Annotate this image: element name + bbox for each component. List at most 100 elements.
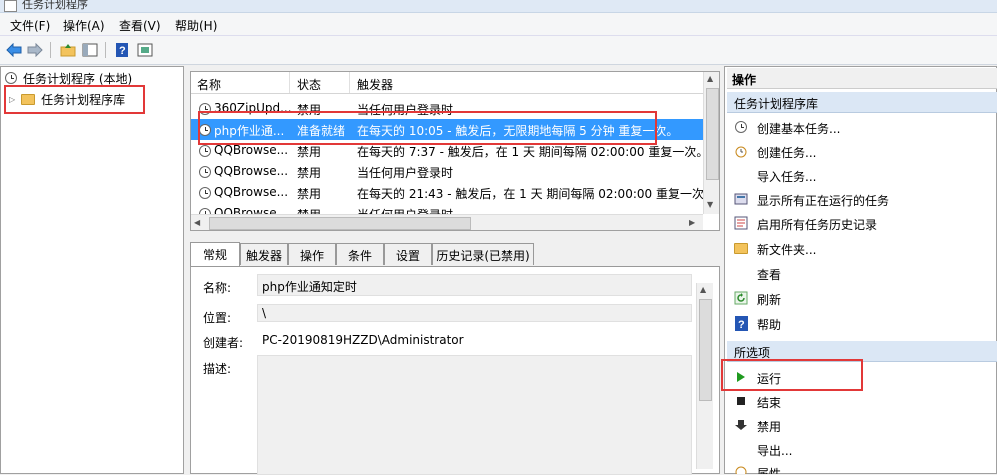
task-clock-icon bbox=[199, 166, 211, 178]
task-status: 禁用 bbox=[297, 166, 322, 180]
scroll-right-icon[interactable]: ▶ bbox=[689, 218, 695, 227]
action-show-running[interactable]: 显示所有正在运行的任务 bbox=[727, 187, 997, 211]
running-tasks-icon bbox=[734, 192, 748, 206]
hscroll-thumb[interactable] bbox=[209, 217, 471, 230]
actions-title-bar: 操作 bbox=[727, 68, 997, 89]
action-properties[interactable]: 属性 bbox=[727, 460, 997, 474]
task-list-pane: 名称 状态 触发器 360ZipUpd... 禁用 当任何用户登录时 php作业… bbox=[190, 71, 720, 231]
toolbar-separator bbox=[50, 42, 51, 58]
action-end[interactable]: 结束 bbox=[727, 389, 997, 413]
menu-help[interactable]: 帮助(H) bbox=[175, 17, 217, 34]
action-label: 导入任务... bbox=[757, 170, 817, 184]
task-status: 禁用 bbox=[297, 187, 322, 201]
location-field[interactable]: \ bbox=[257, 304, 692, 322]
properties-icon bbox=[734, 465, 748, 474]
action-export[interactable]: 导出... bbox=[727, 437, 997, 461]
author-label: 创建者: bbox=[203, 336, 244, 350]
tab-triggers[interactable]: 触发器 bbox=[240, 243, 288, 265]
action-label: 新文件夹... bbox=[757, 243, 817, 257]
name-label: 名称: bbox=[203, 281, 232, 295]
forward-arrow-icon[interactable] bbox=[25, 40, 45, 60]
table-row[interactable]: QQBrowse... 禁用 当任何用户登录时 bbox=[191, 161, 706, 182]
task-clock-icon bbox=[199, 187, 211, 199]
task-trigger: 当任何用户登录时 bbox=[357, 166, 454, 180]
refresh-icon bbox=[734, 291, 748, 305]
name-field[interactable]: php作业通知定时 bbox=[257, 274, 692, 296]
action-label: 创建任务... bbox=[757, 146, 817, 160]
tree-root-label: 任务计划程序 (本地) bbox=[23, 71, 133, 86]
help-icon[interactable]: ? bbox=[112, 40, 132, 60]
tab-general[interactable]: 常规 bbox=[190, 242, 240, 266]
list-vertical-scrollbar[interactable]: ▲ ▼ bbox=[703, 72, 719, 214]
action-label: 属性 bbox=[757, 467, 782, 474]
toolbar-separator bbox=[105, 42, 106, 58]
menu-view[interactable]: 查看(V) bbox=[119, 17, 161, 34]
action-new-folder[interactable]: 新文件夹... bbox=[727, 236, 997, 260]
action-enable-history[interactable]: 启用所有任务历史记录 bbox=[727, 211, 997, 235]
scroll-down-icon[interactable]: ▼ bbox=[707, 200, 713, 209]
detail-vertical-scrollbar[interactable]: ▲ bbox=[696, 283, 713, 469]
scroll-up-icon[interactable]: ▲ bbox=[707, 74, 713, 83]
create-basic-task-icon bbox=[734, 120, 748, 134]
action-label: 显示所有正在运行的任务 bbox=[757, 194, 890, 208]
stop-icon bbox=[734, 394, 748, 408]
task-name: QQBrowse... bbox=[214, 164, 289, 178]
scroll-thumb[interactable] bbox=[706, 88, 719, 180]
list-header: 名称 状态 触发器 bbox=[191, 72, 706, 94]
tree-pane: 任务计划程序 (本地) ▷ 任务计划程序库 bbox=[0, 66, 184, 474]
list-horizontal-scrollbar[interactable]: ◀ ▶ bbox=[191, 214, 703, 230]
action-label: 启用所有任务历史记录 bbox=[757, 218, 878, 232]
action-import-task[interactable]: 导入任务... bbox=[727, 163, 997, 187]
folder-up-icon[interactable] bbox=[58, 40, 78, 60]
author-field[interactable]: PC-20190819HZZD\Administrator bbox=[257, 329, 692, 351]
scroll-thumb[interactable] bbox=[699, 299, 712, 401]
column-header-name[interactable]: 名称 bbox=[197, 76, 221, 93]
table-row[interactable]: QQBrowse... 禁用 在每天的 21:43 - 触发后，在 1 天 期间… bbox=[191, 182, 716, 203]
task-name: QQBrowse... bbox=[214, 143, 289, 157]
action-create-task[interactable]: 创建任务... bbox=[727, 139, 997, 163]
menu-action[interactable]: 操作(A) bbox=[63, 17, 105, 34]
action-label: 帮助 bbox=[757, 318, 782, 332]
action-disable[interactable]: 禁用 bbox=[727, 413, 997, 437]
highlight-box-run bbox=[721, 359, 863, 391]
tab-conditions[interactable]: 条件 bbox=[336, 243, 384, 265]
detail-pane: 名称: php作业通知定时 位置: \ 创建者: PC-20190819HZZD… bbox=[190, 266, 720, 475]
scroll-up-icon[interactable]: ▲ bbox=[700, 285, 706, 294]
tab-settings[interactable]: 设置 bbox=[384, 243, 432, 265]
action-label: 结束 bbox=[757, 396, 782, 410]
description-field[interactable] bbox=[257, 355, 692, 475]
menu-file[interactable]: 文件(F) bbox=[10, 17, 50, 34]
highlight-box-tree bbox=[4, 85, 145, 114]
task-trigger: 在每天的 21:43 - 触发后，在 1 天 期间每隔 02:00:00 重复一… bbox=[357, 187, 716, 201]
action-label: 禁用 bbox=[757, 420, 782, 434]
action-view[interactable]: 查看 bbox=[727, 261, 997, 285]
help-icon: ? bbox=[734, 315, 748, 331]
location-label: 位置: bbox=[203, 311, 232, 325]
action-create-basic-task[interactable]: 创建基本任务... bbox=[727, 115, 997, 139]
action-help[interactable]: ? 帮助 bbox=[727, 311, 997, 335]
title-bar: 任务计划程序 bbox=[0, 0, 997, 13]
action-refresh[interactable]: 刷新 bbox=[727, 286, 997, 310]
section-header-library[interactable]: 任务计划程序库 bbox=[727, 92, 997, 113]
actions-title: 操作 bbox=[732, 73, 757, 87]
menu-bar: 文件(F) 操作(A) 查看(V) 帮助(H) bbox=[0, 13, 997, 36]
column-header-status[interactable]: 状态 bbox=[297, 76, 321, 93]
column-header-trigger[interactable]: 触发器 bbox=[357, 76, 393, 93]
svg-text:?: ? bbox=[119, 45, 126, 57]
console-icon[interactable] bbox=[135, 40, 155, 60]
svg-text:?: ? bbox=[738, 319, 745, 331]
app-icon bbox=[4, 0, 17, 12]
clock-icon bbox=[5, 72, 17, 84]
task-trigger: 在每天的 7:37 - 触发后，在 1 天 期间每隔 02:00:00 重复一次… bbox=[357, 145, 709, 159]
window-title: 任务计划程序 bbox=[22, 0, 88, 11]
tab-history[interactable]: 历史记录(已禁用) bbox=[432, 243, 534, 265]
description-label: 描述: bbox=[203, 362, 232, 376]
task-clock-icon bbox=[199, 145, 211, 157]
task-status: 禁用 bbox=[297, 145, 322, 159]
highlight-box-task-row bbox=[198, 111, 657, 145]
tab-actions[interactable]: 操作 bbox=[288, 243, 336, 265]
new-folder-icon bbox=[734, 241, 748, 255]
scroll-left-icon[interactable]: ◀ bbox=[194, 218, 200, 227]
back-arrow-icon[interactable] bbox=[4, 40, 24, 60]
show-hide-tree-icon[interactable] bbox=[80, 40, 100, 60]
